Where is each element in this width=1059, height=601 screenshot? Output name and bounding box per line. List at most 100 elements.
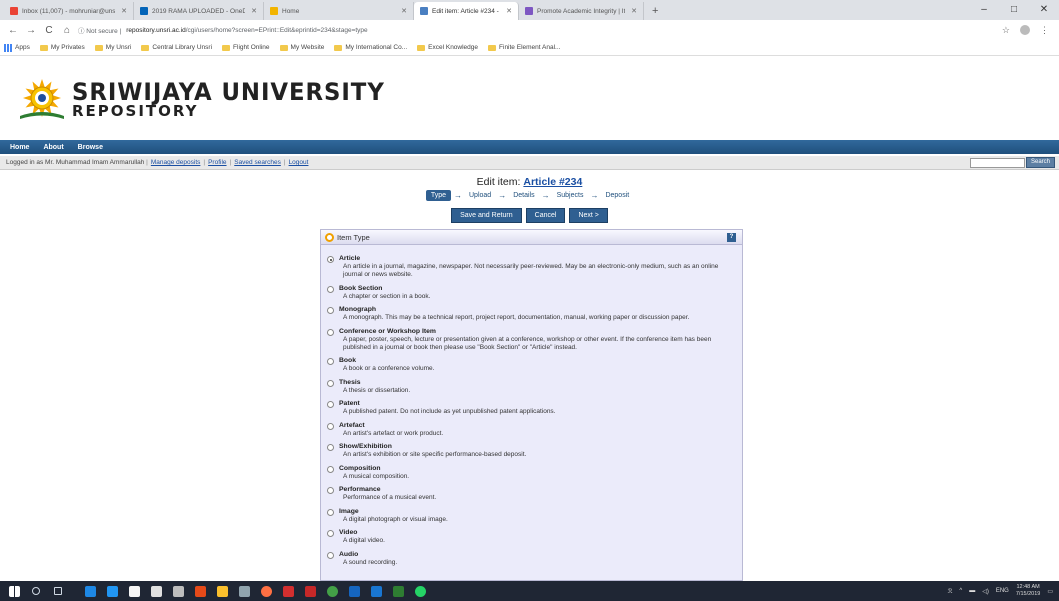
menu-home[interactable]: Home xyxy=(10,144,29,151)
item-type-radio[interactable] xyxy=(327,256,334,263)
item-type-radio[interactable] xyxy=(327,379,334,387)
bookmark-item[interactable]: My Website xyxy=(279,44,324,51)
url-input[interactable]: ⓘ Not secure | repository.unsri.ac.id /c… xyxy=(78,23,1002,38)
item-type-option[interactable]: Audio A sound recording. xyxy=(327,551,734,567)
excel-icon[interactable] xyxy=(388,581,408,601)
bookmark-item[interactable]: Apps xyxy=(4,43,30,52)
item-type-radio[interactable] xyxy=(327,307,334,314)
tab-close-icon[interactable]: ✕ xyxy=(500,7,512,15)
mendeley-icon[interactable] xyxy=(300,581,320,601)
bookmark-item[interactable]: My Privates xyxy=(39,44,85,51)
clock[interactable]: 12:48 AM 7/15/2019 xyxy=(1016,584,1040,598)
acrobat-icon[interactable] xyxy=(278,581,298,601)
stage-deposit[interactable]: Deposit xyxy=(601,191,633,200)
item-type-radio[interactable] xyxy=(327,358,334,365)
browser-menu-icon[interactable]: ⋮ xyxy=(1040,25,1049,36)
item-type-radio[interactable] xyxy=(327,328,334,336)
browser-tab[interactable]: Home ✕ xyxy=(264,2,414,20)
notifications-icon[interactable]: ▭ xyxy=(1047,588,1053,595)
item-type-radio[interactable] xyxy=(327,530,334,537)
item-type-option[interactable]: Monograph A monograph. This may be a tech… xyxy=(327,306,734,322)
cancel-button[interactable]: Cancel xyxy=(525,208,566,223)
bookmark-item[interactable]: Flight Online xyxy=(222,44,270,51)
item-type-option[interactable]: Video A digital video. xyxy=(327,529,734,545)
item-type-option[interactable]: Patent A published patent. Do not include… xyxy=(327,400,734,416)
menu-about[interactable]: About xyxy=(43,144,63,151)
windows-start-icon[interactable] xyxy=(4,581,24,601)
item-type-option[interactable]: Conference or Workshop Item A paper, post… xyxy=(327,328,734,352)
volume-icon[interactable]: ◁) xyxy=(982,588,989,595)
article-link[interactable]: Article #234 xyxy=(523,176,582,188)
next-button[interactable]: Next > xyxy=(569,208,608,223)
bookmark-item[interactable]: My International Co... xyxy=(334,44,407,51)
chrome-icon[interactable] xyxy=(322,581,342,601)
stage-details[interactable]: Details xyxy=(509,191,538,200)
word-alt-icon[interactable] xyxy=(344,581,364,601)
item-type-radio[interactable] xyxy=(327,508,334,516)
save-and-return-button[interactable]: Save and Return xyxy=(451,208,522,223)
saved-searches-link[interactable]: Saved searches xyxy=(234,159,281,166)
item-type-option[interactable]: Performance Performance of a musical even… xyxy=(327,486,734,502)
profile-avatar[interactable] xyxy=(1020,25,1030,35)
item-type-option[interactable]: Composition A musical composition. xyxy=(327,465,734,481)
item-type-radio[interactable] xyxy=(327,465,334,473)
menu-browse[interactable]: Browse xyxy=(78,144,103,151)
logout-link[interactable]: Logout xyxy=(289,159,309,166)
tray-chevron-icon[interactable]: ^ xyxy=(959,588,962,594)
item-type-option[interactable]: Show/Exhibition An artist's exhibition or… xyxy=(327,443,734,459)
item-type-radio[interactable] xyxy=(327,444,334,451)
item-type-radio[interactable] xyxy=(327,551,334,559)
browser-tab[interactable]: 2019 RAMA UPLOADED - OneDr ✕ xyxy=(134,2,264,20)
stage-type[interactable]: Type xyxy=(425,190,451,201)
tab-close-icon[interactable]: ✕ xyxy=(395,7,407,15)
tab-close-icon[interactable]: ✕ xyxy=(245,7,257,15)
bookmark-item[interactable]: My Unsri xyxy=(94,44,131,51)
calculator-icon[interactable] xyxy=(168,581,188,601)
people-icon[interactable]: ℛ xyxy=(948,588,953,595)
item-type-radio[interactable] xyxy=(327,401,334,408)
bookmark-item[interactable]: Central Library Unsri xyxy=(141,44,212,51)
item-type-radio[interactable] xyxy=(327,487,334,494)
item-type-option[interactable]: Artefact An artist's artefact or work pro… xyxy=(327,422,734,438)
bookmark-star-icon[interactable]: ☆ xyxy=(1002,25,1010,36)
item-type-radio[interactable] xyxy=(327,422,334,430)
site-search-button[interactable]: Search xyxy=(1025,157,1055,168)
back-icon[interactable]: ← xyxy=(6,25,20,36)
maximize-button[interactable]: □ xyxy=(999,0,1029,20)
not-secure-label[interactable]: ⓘ Not secure | xyxy=(78,25,121,35)
close-window-button[interactable]: ✕ xyxy=(1029,0,1059,20)
item-type-option[interactable]: Book Section A chapter or section in a bo… xyxy=(327,285,734,301)
reload-icon[interactable]: C xyxy=(42,25,56,36)
help-icon[interactable]: ? xyxy=(727,233,736,242)
stage-upload[interactable]: Upload xyxy=(465,191,495,200)
home-icon[interactable]: ⌂ xyxy=(60,25,74,36)
browser-tab[interactable]: Edit item: Article #234 - Sriwijaya✕ xyxy=(414,2,519,20)
search-icon[interactable] xyxy=(26,581,46,601)
browser-tab[interactable]: Promote Academic Integrity | Ith ✕ xyxy=(519,2,644,20)
word-icon[interactable] xyxy=(366,581,386,601)
firefox-icon[interactable] xyxy=(256,581,276,601)
tab-close-icon[interactable]: ✕ xyxy=(625,7,637,15)
manage-deposits-link[interactable]: Manage deposits xyxy=(151,159,201,166)
task-view-icon[interactable] xyxy=(48,581,68,601)
profile-link[interactable]: Profile xyxy=(208,159,226,166)
minimize-button[interactable]: – xyxy=(969,0,999,20)
whatsapp-icon[interactable] xyxy=(410,581,430,601)
language-indicator[interactable]: ENG xyxy=(996,588,1009,594)
browser-tab[interactable]: Inbox (11,007) - mohruniar@uns ✕ xyxy=(4,2,134,20)
bookmark-item[interactable]: Finite Element Anal... xyxy=(488,44,560,51)
briefcase-icon[interactable] xyxy=(124,581,144,601)
stage-subjects[interactable]: Subjects xyxy=(553,191,588,200)
tab-close-icon[interactable]: ✕ xyxy=(115,7,127,15)
forward-icon[interactable]: → xyxy=(24,25,38,36)
new-tab-button[interactable]: + xyxy=(644,2,666,20)
mail-icon[interactable] xyxy=(146,581,166,601)
edge-icon[interactable] xyxy=(80,581,100,601)
powerpoint-alt-icon[interactable] xyxy=(190,581,210,601)
site-search-input[interactable] xyxy=(970,158,1025,168)
item-type-option[interactable]: Book A book or a conference volume. xyxy=(327,357,734,373)
store-icon[interactable] xyxy=(102,581,122,601)
site-logo[interactable]: SRIWIJAYA UNIVERSITY REPOSITORY xyxy=(18,78,401,120)
item-type-radio[interactable] xyxy=(327,285,334,293)
bookmark-item[interactable]: Excel Knowledge xyxy=(417,44,478,51)
